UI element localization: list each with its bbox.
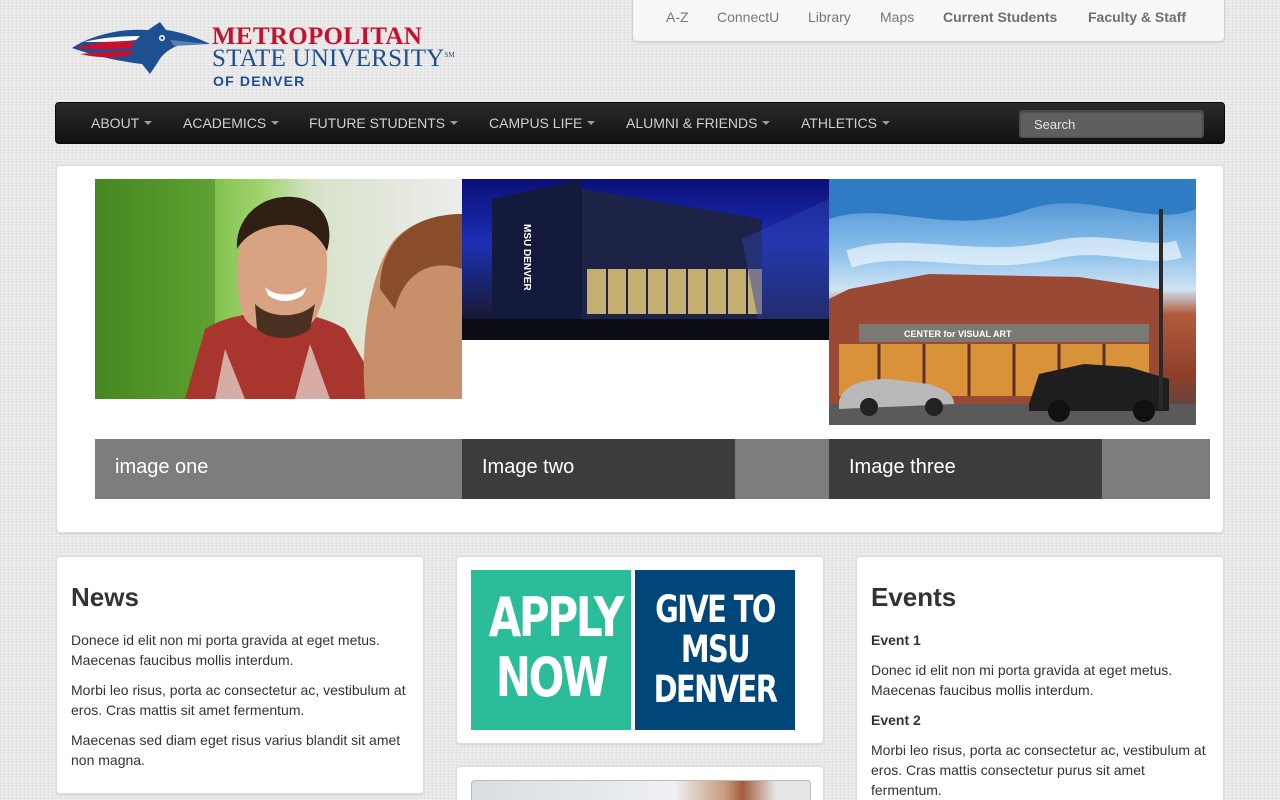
nav-item-campus-life[interactable]: CAMPUS LIFE — [489, 115, 596, 131]
apply-line2: NOW — [495, 646, 609, 709]
slide-image-two[interactable]: MSU DENVER — [462, 179, 829, 340]
link-maps[interactable]: Maps — [880, 9, 914, 25]
slide-image-three[interactable]: CENTER for VISUAL ART — [829, 179, 1196, 425]
nav-item-academics[interactable]: ACADEMICS — [183, 115, 280, 131]
caret-down-icon — [271, 121, 280, 126]
event-text: Donec id elit non mi porta gravida at eg… — [871, 662, 1173, 698]
caret-down-icon — [762, 121, 771, 126]
caption-spacer — [735, 439, 829, 499]
search-input[interactable] — [1019, 110, 1204, 138]
center-for-visual-art-photo: CENTER for VISUAL ART — [829, 179, 1196, 425]
nav-item-about[interactable]: ABOUT — [91, 115, 153, 131]
apply-line1: APPLY — [488, 586, 625, 649]
msu-building-night-photo: MSU DENVER — [462, 179, 829, 340]
link-library[interactable]: Library — [808, 9, 851, 25]
news-title: News — [71, 582, 139, 612]
nav-item-label: FUTURE STUDENTS — [309, 115, 446, 131]
building-sign: CENTER for VISUAL ART — [904, 329, 1012, 339]
logo-text-line2: STATE UNIVERSITYSM — [212, 45, 455, 73]
nav-item-athletics[interactable]: ATHLETICS — [801, 115, 890, 131]
promo-panel: APPLY NOW GIVE TO MSU DENVER — [456, 556, 824, 744]
apply-now-button[interactable]: APPLY NOW — [471, 570, 631, 730]
link-a-z[interactable]: A-Z — [666, 9, 689, 25]
event-title[interactable]: Event 1 — [871, 630, 1209, 650]
caret-down-icon — [587, 121, 596, 126]
give-line1: GIVE TO — [655, 588, 776, 631]
slide-image-one[interactable] — [95, 179, 462, 399]
nav-item-future-students[interactable]: FUTURE STUDENTS — [309, 115, 459, 131]
event-text: Morbi leo risus, porta ac consectetur ac… — [871, 742, 1206, 798]
give-line2: MSU — [680, 628, 751, 671]
photo-panel — [456, 766, 824, 800]
caret-down-icon — [450, 121, 459, 126]
news-panel: News Donece id elit non mi porta gravida… — [56, 556, 424, 794]
carousel-caption-two[interactable]: Image two — [462, 439, 735, 499]
university-logo[interactable]: METROPOLITAN STATE UNIVERSITYSM OF DENVE… — [70, 18, 455, 92]
news-paragraph: Morbi leo risus, porta ac consectetur ac… — [71, 682, 406, 718]
utility-bar: A-Z ConnectU Library Maps Current Studen… — [632, 0, 1225, 42]
nav-item-label: CAMPUS LIFE — [489, 115, 583, 131]
caption-spacer — [1102, 439, 1210, 499]
carousel-caption-three[interactable]: Image three — [829, 439, 1102, 499]
news-paragraph: Maecenas sed diam eget risus varius blan… — [71, 732, 401, 768]
link-connectu[interactable]: ConnectU — [717, 9, 779, 25]
nav-item-label: ABOUT — [91, 115, 140, 131]
events-title: Events — [871, 582, 957, 612]
feature-photo[interactable] — [471, 780, 811, 800]
link-current-students[interactable]: Current Students — [943, 9, 1057, 25]
nav-item-label: ACADEMICS — [183, 115, 267, 131]
main-navbar: ABOUT ACADEMICS FUTURE STUDENTS CAMPUS L… — [55, 102, 1225, 144]
service-mark: SM — [444, 51, 455, 59]
event-title[interactable]: Event 2 — [871, 710, 1209, 730]
caret-down-icon — [881, 121, 890, 126]
caret-down-icon — [144, 121, 153, 126]
logo-text-line3: OF DENVER — [213, 73, 306, 89]
nav-item-label: ALUMNI & FRIENDS — [626, 115, 758, 131]
news-paragraph: Donece id elit non mi porta gravida at e… — [71, 632, 380, 668]
events-panel: Events Event 1 Donec id elit non mi port… — [856, 556, 1224, 800]
image-carousel: MSU DENVER CENTER for VISUAL ART image o… — [56, 165, 1224, 533]
nav-item-label: ATHLETICS — [801, 115, 877, 131]
nav-item-alumni-friends[interactable]: ALUMNI & FRIENDS — [626, 115, 771, 131]
student-smiling-photo — [95, 179, 462, 399]
give-line3: DENVER — [653, 668, 778, 711]
link-faculty-staff[interactable]: Faculty & Staff — [1088, 9, 1186, 25]
roadrunner-logo-icon — [72, 22, 210, 74]
building-msu-sign: MSU DENVER — [521, 224, 532, 291]
logo-text-line2-label: STATE UNIVERSITY — [212, 45, 445, 72]
carousel-caption-one[interactable]: image one — [95, 439, 462, 499]
give-to-msu-button[interactable]: GIVE TO MSU DENVER — [635, 570, 795, 730]
